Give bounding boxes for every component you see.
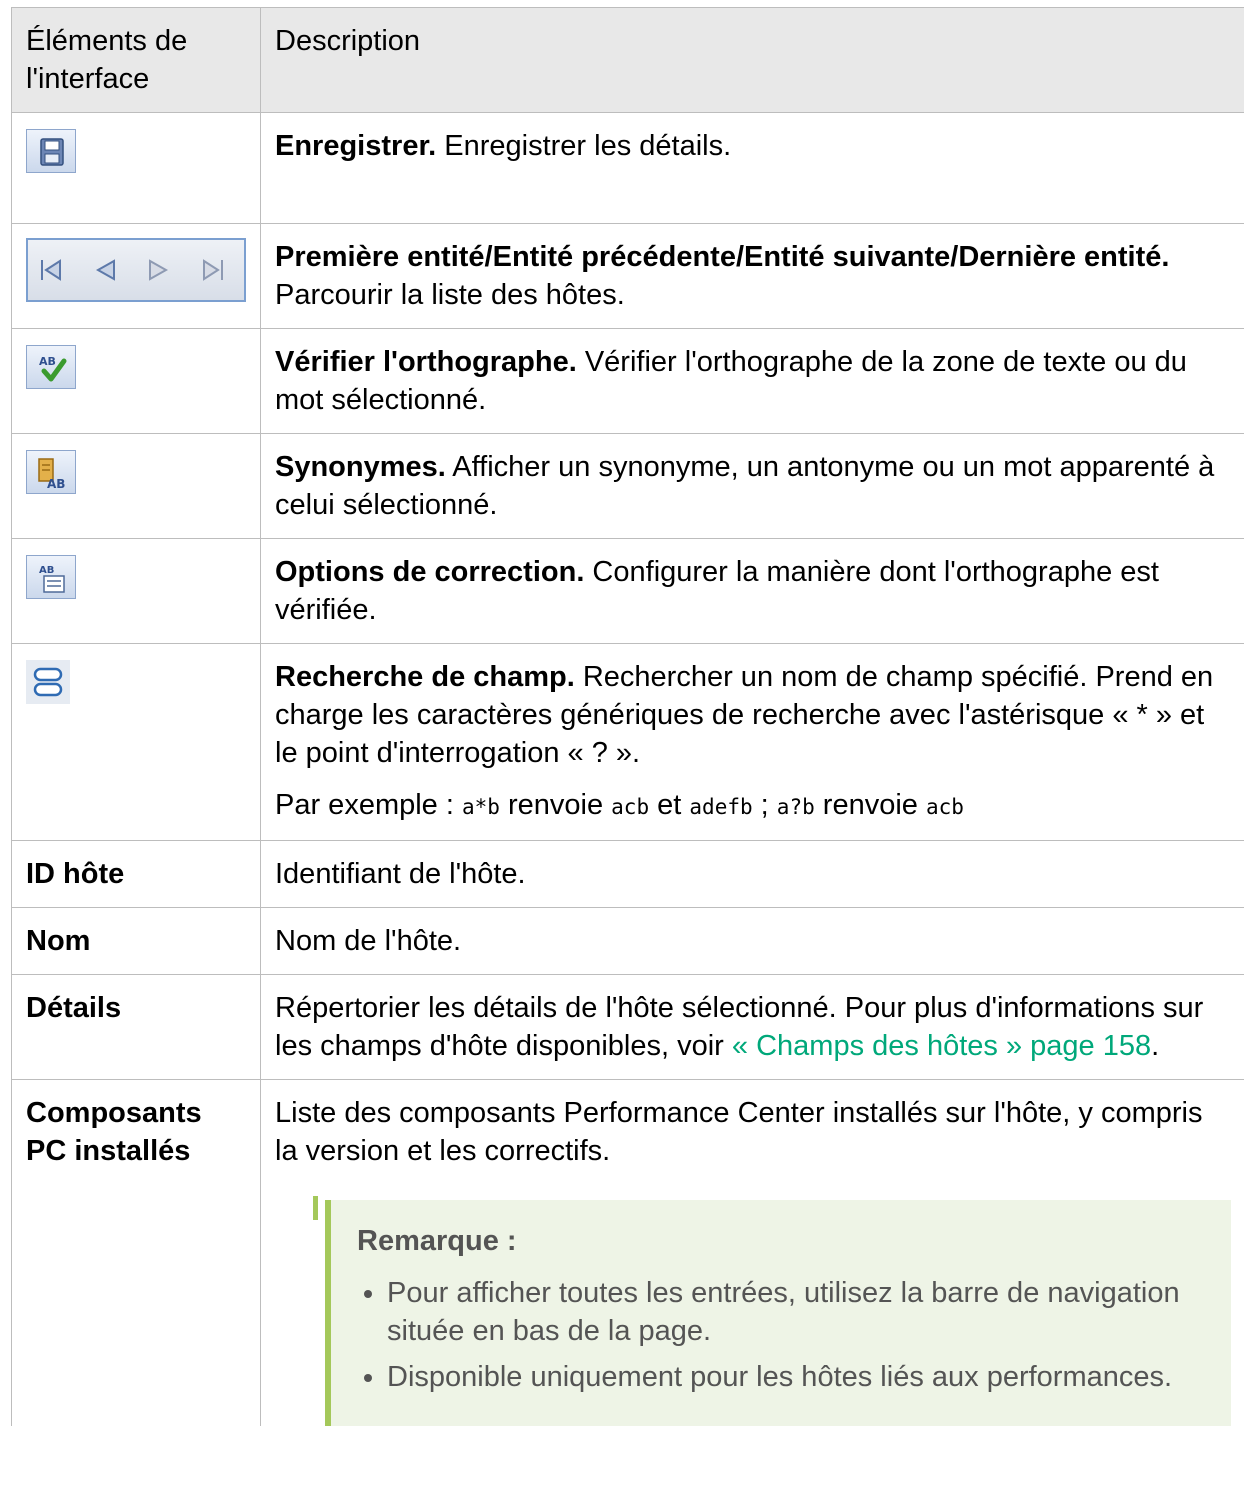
- save-text: Enregistrer les détails.: [436, 130, 732, 162]
- note-box: Remarque : Pour afficher toutes les entr…: [313, 1196, 1231, 1426]
- example-code: adefb: [689, 795, 753, 819]
- name-label: Nom: [11, 907, 261, 975]
- table-row: Composants PC installés Liste des compos…: [11, 1079, 1244, 1426]
- ui-element-cell: [11, 223, 261, 329]
- description-cell: Vérifier l'orthographe. Vérifier l'ortho…: [260, 328, 1244, 434]
- table-row: Première entité/Entité précédente/Entité…: [11, 223, 1244, 329]
- previous-entity-icon: [95, 259, 115, 281]
- example-prefix: Par exemple :: [275, 789, 462, 821]
- note-item: Pour afficher toutes les entrées, utilis…: [387, 1274, 1205, 1350]
- field-search-icon: [26, 660, 70, 704]
- example-word: renvoie: [814, 789, 926, 821]
- save-title: Enregistrer.: [275, 130, 437, 162]
- details-label: Détails: [11, 974, 261, 1080]
- example-code: acb: [611, 795, 650, 819]
- ui-elements-table: Éléments de l'interface Description Enre…: [11, 7, 1244, 1426]
- note-item: Disponible uniquement pour les hôtes lié…: [387, 1358, 1205, 1396]
- table-row: Recherche de champ. Rechercher un nom de…: [11, 643, 1244, 841]
- note-marker-icon: [313, 1196, 318, 1220]
- example-code: a?b: [776, 795, 815, 819]
- field-search-example: Par exemple : a*b renvoie acb et adefb ;…: [275, 786, 1231, 826]
- host-fields-link[interactable]: « Champs des hôtes » page 158: [732, 1030, 1151, 1062]
- description-cell: Options de correction. Configurer la man…: [260, 538, 1244, 644]
- table-header-row: Éléments de l'interface Description: [11, 7, 1244, 113]
- example-separator: ;: [752, 789, 777, 821]
- ui-element-cell: [11, 643, 261, 841]
- svg-text:AB: AB: [39, 565, 54, 576]
- ui-element-cell: [11, 112, 261, 224]
- table-row: Détails Répertorier les détails de l'hôt…: [11, 974, 1244, 1080]
- next-entity-icon: [149, 259, 169, 281]
- spelling-options-icon: AB: [26, 555, 76, 599]
- navigation-title: Première entité/Entité précédente/Entité…: [275, 241, 1170, 273]
- save-icon: [26, 129, 76, 173]
- pc-components-label: Composants PC installés: [11, 1079, 261, 1426]
- table-row: Nom Nom de l'hôte.: [11, 907, 1244, 975]
- pc-components-description: Liste des composants Performance Center …: [260, 1079, 1244, 1426]
- spell-check-icon: AB: [26, 345, 76, 389]
- host-id-description: Identifiant de l'hôte.: [260, 840, 1244, 908]
- table-row: Enregistrer. Enregistrer les détails.: [11, 112, 1244, 224]
- pc-components-text: Liste des composants Performance Center …: [275, 1097, 1203, 1167]
- example-word: et: [649, 789, 690, 821]
- table-row: AB Synonymes. Afficher un synonyme, un a…: [11, 433, 1244, 539]
- last-entity-icon: [203, 259, 223, 281]
- description-cell: Recherche de champ. Rechercher un nom de…: [260, 643, 1244, 841]
- host-id-label: ID hôte: [11, 840, 261, 908]
- spell-check-title: Vérifier l'orthographe.: [275, 346, 577, 378]
- entity-navigation-bar: [26, 238, 246, 302]
- svg-text:AB: AB: [39, 355, 56, 368]
- ui-element-cell: AB: [11, 328, 261, 434]
- navigation-text: Parcourir la liste des hôtes.: [275, 279, 625, 311]
- details-description: Répertorier les détails de l'hôte sélect…: [260, 974, 1244, 1080]
- description-cell: Enregistrer. Enregistrer les détails.: [260, 112, 1244, 224]
- thesaurus-icon: AB: [26, 450, 76, 494]
- spelling-options-title: Options de correction.: [275, 556, 585, 588]
- ui-element-cell: AB: [11, 538, 261, 644]
- header-ui-elements: Éléments de l'interface: [11, 7, 261, 113]
- details-end: .: [1151, 1030, 1160, 1062]
- header-description: Description: [260, 7, 1244, 113]
- table-row: ID hôte Identifiant de l'hôte.: [11, 840, 1244, 908]
- table-row: AB Options de correction. Configurer la …: [11, 538, 1244, 644]
- note-list: Pour afficher toutes les entrées, utilis…: [357, 1274, 1205, 1396]
- svg-text:AB: AB: [47, 477, 65, 491]
- field-search-title: Recherche de champ.: [275, 661, 575, 693]
- description-cell: Synonymes. Afficher un synonyme, un anto…: [260, 433, 1244, 539]
- example-code: acb: [925, 795, 964, 819]
- ui-element-cell: AB: [11, 433, 261, 539]
- example-word: renvoie: [499, 789, 612, 821]
- name-description: Nom de l'hôte.: [260, 907, 1244, 975]
- first-entity-icon: [41, 259, 61, 281]
- example-code: a*b: [461, 795, 500, 819]
- description-cell: Première entité/Entité précédente/Entité…: [260, 223, 1244, 329]
- thesaurus-title: Synonymes.: [275, 451, 446, 483]
- table-row: AB Vérifier l'orthographe. Vérifier l'or…: [11, 328, 1244, 434]
- note-title: Remarque :: [357, 1225, 517, 1257]
